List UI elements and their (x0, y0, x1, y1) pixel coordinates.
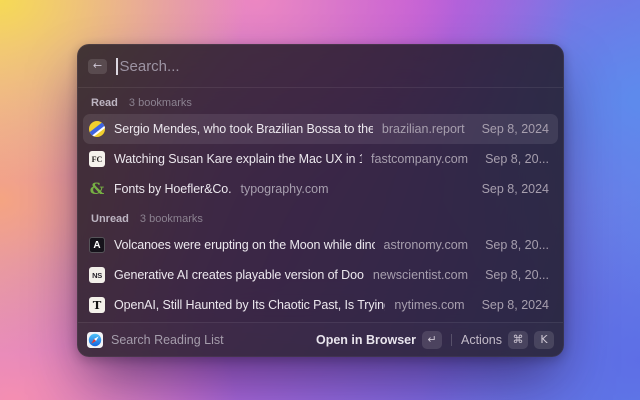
bookmark-date: Sep 8, 2024 (481, 298, 549, 312)
bookmark-domain: newscientist.com (372, 268, 469, 282)
newscientist-favicon-icon: NS (89, 267, 105, 283)
list-item-sergio-mendes[interactable]: Sergio Mendes, who took Brazilian Bossa … (83, 114, 558, 144)
bookmark-title: Sergio Mendes, who took Brazilian Bossa … (114, 122, 373, 136)
bookmark-title: Watching Susan Kare explain the Mac UX i… (114, 152, 362, 166)
fastcompany-favicon-icon: FC (89, 151, 105, 167)
bookmark-title: Generative AI creates playable version o… (114, 268, 364, 282)
open-in-browser-button[interactable]: Open in Browser (316, 333, 416, 347)
hoefler-ampersand-favicon-icon: & (89, 181, 105, 197)
section-label: Read (91, 97, 118, 109)
list-item-hoefler-fonts[interactable]: & Fonts by Hoefler&Co. typography.com Se… (83, 174, 558, 204)
bookmark-date: Sep 8, 2024 (481, 122, 549, 136)
brazilian-report-favicon-icon (89, 121, 105, 137)
return-key-icon: ↵ (422, 330, 442, 349)
section-header-read: Read 3 bookmarks (78, 88, 563, 114)
bookmark-date: Sep 8, 2024 (481, 182, 549, 196)
list-item-moon-volcanoes[interactable]: A Volcanoes were erupting on the Moon wh… (83, 230, 558, 260)
section-count: 3 bookmarks (139, 213, 203, 225)
bookmark-domain: nytimes.com (394, 298, 465, 312)
safari-compass-icon (87, 331, 103, 348)
section-header-unread: Unread 3 bookmarks (78, 204, 563, 230)
extension-name: Search Reading List (111, 332, 224, 347)
list-item-openai-nyt[interactable]: T OpenAI, Still Haunted by Its Chaotic P… (83, 290, 558, 320)
search-input-wrap (116, 57, 553, 75)
back-arrow-icon: ← (92, 59, 103, 72)
reading-list-launcher-window: ← Read 3 bookmarks Sergio Mendes, who to… (77, 44, 564, 357)
command-key-icon: ⌘ (508, 330, 528, 349)
actions-button[interactable]: Actions (461, 333, 502, 347)
bookmark-date: Sep 8, 20... (485, 268, 549, 282)
bookmark-date: Sep 8, 20... (485, 152, 549, 166)
list-item-doom-generative-ai[interactable]: NS Generative AI creates playable versio… (83, 260, 558, 290)
section-count: 3 bookmarks (128, 97, 192, 109)
back-button[interactable]: ← (88, 58, 107, 74)
bookmark-title: Fonts by Hoefler&Co. (114, 182, 232, 196)
footer-divider (451, 333, 452, 346)
bookmark-domain: brazilian.report (381, 122, 465, 136)
action-bar: Search Reading List Open in Browser ↵ Ac… (78, 322, 563, 356)
list-item-susan-kare[interactable]: FC Watching Susan Kare explain the Mac U… (83, 144, 558, 174)
k-key-icon: K (534, 330, 554, 349)
bookmark-domain: astronomy.com (383, 238, 469, 252)
section-label: Unread (91, 213, 129, 225)
bookmark-domain: typography.com (240, 182, 329, 196)
astronomy-favicon-icon: A (89, 237, 105, 253)
bookmark-title: Volcanoes were erupting on the Moon whil… (114, 238, 375, 252)
nytimes-favicon-icon: T (89, 297, 105, 313)
bookmark-title: OpenAI, Still Haunted by Its Chaotic Pas… (114, 298, 385, 312)
footer-actions: Open in Browser ↵ Actions ⌘ K (316, 330, 554, 349)
bookmark-domain: fastcompany.com (371, 152, 469, 166)
bookmark-date: Sep 8, 20... (485, 238, 549, 252)
search-input[interactable] (117, 57, 553, 75)
search-bar: ← (78, 45, 563, 88)
